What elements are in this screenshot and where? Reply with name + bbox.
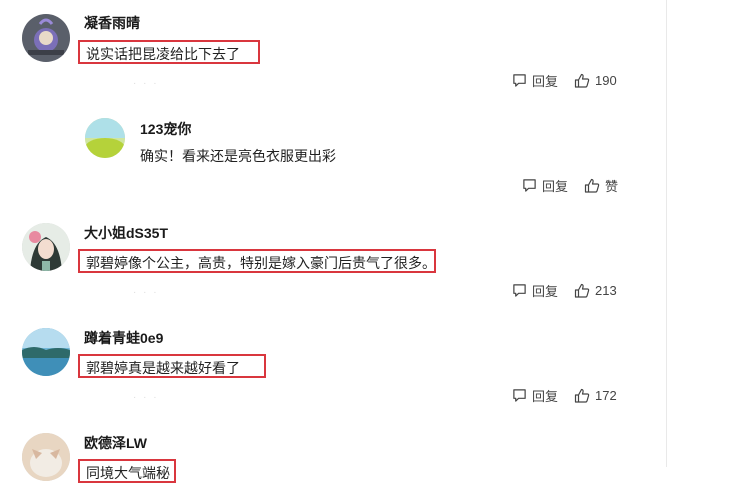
reply-button[interactable]: 回复 [522,176,568,195]
like-count: 190 [595,73,617,88]
thumbs-up-icon [584,178,600,193]
separator-dots: · · · [133,287,159,298]
like-count: 172 [595,388,617,403]
reply-button[interactable]: 回复 [512,71,558,90]
comment-icon [523,179,536,192]
reply-label: 回复 [542,179,569,194]
like-button[interactable]: 172 [574,388,617,404]
reply-text: 确实！看来还是亮色衣服更出彩 [140,148,336,164]
like-button[interactable]: 赞 [584,176,618,195]
reply-label: 回复 [532,389,559,404]
like-button[interactable]: 190 [574,73,617,89]
reply-label: 回复 [532,284,559,299]
comment-icon [513,284,526,297]
separator-dots: · · · [133,78,159,89]
username[interactable]: 欧德泽LW [84,434,147,452]
thumbs-up-icon [574,388,590,403]
avatar[interactable] [85,118,125,158]
comment-actions: 回复 213 [512,281,617,300]
comment-actions: 回复 172 [512,386,617,405]
username[interactable]: 蹲着青蛙0e9 [84,329,163,347]
like-count: 213 [595,283,617,298]
username[interactable]: 123宠你 [140,120,191,138]
comment-icon [513,389,526,402]
comment-text: 说实话把昆凌给比下去了 [78,40,260,64]
username[interactable]: 凝香雨晴 [84,14,140,32]
reply-button[interactable]: 回复 [512,386,558,405]
avatar[interactable] [22,14,70,62]
comment-text: 郭碧婷真是越来越好看了 [78,354,266,378]
avatar[interactable] [22,223,70,271]
like-button[interactable]: 213 [574,283,617,299]
reply-label: 回复 [532,74,559,89]
username[interactable]: 大小姐dS35T [84,224,168,242]
comment-icon [513,74,526,87]
reply-actions: 回复 赞 [522,176,618,195]
reply-button[interactable]: 回复 [512,281,558,300]
avatar[interactable] [22,328,70,376]
like-label: 赞 [605,179,619,194]
comment-actions: 回复 190 [512,71,617,90]
right-divider [666,0,667,467]
comment-text: 同境大气端秘 [78,459,176,483]
avatar[interactable] [22,433,70,481]
thumbs-up-icon [574,73,590,88]
thumbs-up-icon [574,283,590,298]
comment-text: 郭碧婷像个公主，高贵，特别是嫁入豪门后贵气了很多。 [78,249,436,273]
separator-dots: · · · [133,392,159,403]
